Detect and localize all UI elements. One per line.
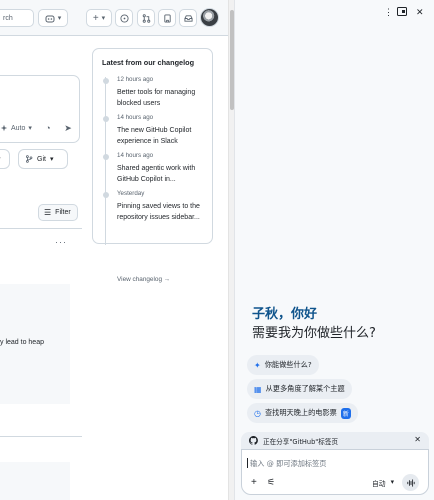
chevron-down-icon: ▾: [101, 15, 106, 22]
filter-icon: ☰: [44, 208, 52, 217]
model-selector[interactable]: Auto ▾: [0, 124, 32, 132]
copilot-sidebar: ⋮ ✕ 子秋，你好 需要我为你做些什么? ✦ 你能做些什么? ▦ 从更多角度了解…: [234, 0, 434, 500]
changelog-title: Latest from our changelog: [102, 58, 195, 67]
feed-item-preview: [0, 462, 70, 500]
add-icon[interactable]: +: [251, 477, 257, 488]
model-label: Auto: [11, 124, 26, 132]
copilot-icon: [45, 15, 55, 22]
search-input[interactable]: rch: [0, 9, 34, 27]
avatar[interactable]: [200, 8, 219, 27]
suggestion-chip[interactable]: ◷ 查找明天晚上的电影票 新: [247, 403, 358, 423]
feed-snippet: y lead to heap: [0, 339, 44, 346]
changelog-item[interactable]: 12 hours ago Better tools for managing b…: [102, 76, 209, 109]
close-icon[interactable]: ✕: [416, 7, 424, 18]
model-icon: [0, 124, 8, 132]
more-options-icon[interactable]: ⋮: [384, 7, 393, 18]
copilot-button[interactable]: ▾: [38, 9, 68, 27]
inbox-button[interactable]: [179, 9, 197, 27]
pull-request-icon: [142, 13, 150, 23]
repositories-button[interactable]: [158, 9, 176, 27]
repo-icon: [163, 13, 171, 23]
changelog-card: Latest from our changelog 12 hours ago B…: [92, 48, 213, 283]
timeline-dot: [102, 154, 109, 160]
new-badge: 新: [340, 407, 351, 419]
divider: [0, 436, 82, 437]
chevron-down-icon: ▾: [49, 156, 54, 163]
suggestion-chip[interactable]: ✦ 你能做些什么?: [247, 355, 319, 375]
filter-label: Filter: [55, 209, 71, 216]
timeline-dot: [102, 116, 109, 122]
create-new-button[interactable]: + ▾: [86, 9, 112, 27]
github-header: rch ▾ + ▾: [0, 0, 228, 36]
issue-icon: [119, 13, 129, 23]
greeting-question: 需要我为你做些什么?: [252, 326, 376, 341]
tools-icon[interactable]: ⚟: [267, 477, 275, 488]
suggestion-chip[interactable]: ▦ 从更多角度了解某个主题: [247, 379, 352, 399]
kebab-icon[interactable]: ···: [55, 237, 67, 247]
changelog-link[interactable]: Shared agentic work with GitHub Copilot …: [117, 163, 209, 185]
voice-icon[interactable]: [402, 474, 419, 491]
github-icon: [249, 436, 258, 445]
lightbulb-icon: ▦: [254, 384, 262, 394]
git-button[interactable]: Git ▾: [18, 149, 68, 169]
option-button[interactable]: ▾: [0, 149, 10, 169]
close-icon[interactable]: ✕: [414, 435, 421, 444]
changelog-link[interactable]: Pinning saved views to the repository is…: [117, 201, 209, 223]
git-branch-icon: [26, 155, 33, 163]
chevron-down-icon: ▾: [390, 478, 395, 486]
changelog-item[interactable]: 14 hours ago Shared agentic work with Gi…: [102, 152, 209, 185]
issues-button[interactable]: [115, 9, 133, 27]
timeline-line: [105, 77, 106, 245]
git-label: Git: [37, 155, 46, 163]
inbox-icon: [183, 14, 193, 22]
timeline-dot: [102, 192, 109, 198]
changelog-time: Yesterday: [117, 190, 145, 197]
github-page: rch ▾ + ▾ Auto ▾ ◔ ➤ Git ▾ ☰ Filter ··· …: [0, 0, 228, 500]
chat-input[interactable]: 输入 @ 即可添加标签页 + ⚟ 自动 ▾: [241, 449, 429, 495]
chat-input-placeholder: 输入 @ 即可添加标签页: [250, 459, 327, 468]
changelog-time: 14 hours ago: [117, 114, 154, 121]
search-text: rch: [3, 14, 13, 22]
gauge-icon[interactable]: ◔: [43, 123, 53, 133]
open-in-window-icon[interactable]: [397, 7, 407, 18]
greeting-name: 子秋，你好: [252, 307, 318, 322]
clock-icon: ◷: [254, 408, 261, 418]
suggestion-label: 查找明天晚上的电影票: [264, 408, 337, 417]
timeline-dot: [102, 78, 109, 84]
changelog-link[interactable]: Better tools for managing blocked users: [117, 87, 209, 109]
pull-requests-button[interactable]: [137, 9, 155, 27]
changelog-item[interactable]: 14 hours ago The new GitHub Copilot expe…: [102, 114, 209, 147]
chevron-down-icon: ▾: [28, 125, 32, 132]
text-cursor: [247, 458, 248, 468]
chevron-down-icon: ▾: [0, 155, 1, 163]
send-icon[interactable]: ➤: [63, 123, 73, 133]
tab-sharing-bar: 正在分享"GitHub"标签页 ✕: [241, 432, 429, 449]
filter-button[interactable]: ☰ Filter: [38, 204, 78, 221]
plus-icon: +: [92, 12, 99, 24]
view-changelog-link[interactable]: View changelog →: [117, 276, 170, 283]
suggestion-label: 从更多角度了解某个主题: [265, 384, 345, 393]
divider: [0, 228, 82, 229]
mode-label: 自动: [372, 480, 386, 488]
share-status-text: 正在分享"GitHub"标签页: [263, 437, 339, 446]
sparkle-icon: ✦: [254, 360, 261, 370]
changelog-link[interactable]: The new GitHub Copilot experience in Sla…: [117, 125, 209, 147]
suggestion-label: 你能做些什么?: [264, 360, 312, 369]
mode-selector[interactable]: 自动 ▾: [372, 478, 394, 488]
changelog-item[interactable]: Yesterday Pinning saved views to the rep…: [102, 190, 209, 223]
changelog-time: 12 hours ago: [117, 76, 154, 83]
changelog-time: 14 hours ago: [117, 152, 154, 159]
chevron-down-icon: ▾: [57, 15, 62, 22]
